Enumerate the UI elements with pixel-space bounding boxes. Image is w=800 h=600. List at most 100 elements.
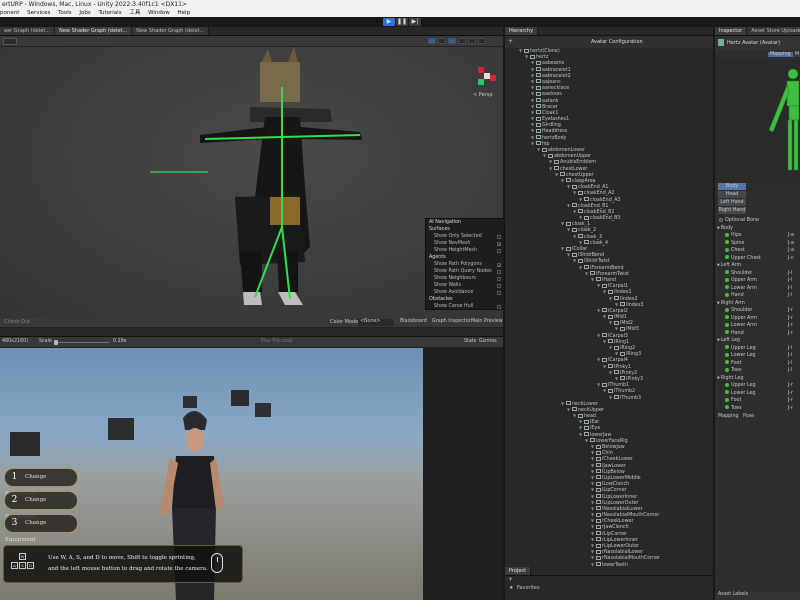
bone-group-header[interactable]: ▼ Body bbox=[715, 225, 800, 233]
bone-mapping-row[interactable]: Upper Leg J-l bbox=[715, 345, 800, 353]
bone-group-header[interactable]: ▼ Right Arm bbox=[715, 300, 800, 308]
bone-group-header[interactable]: ▼ Left Arm bbox=[715, 262, 800, 270]
bone-transform-field: J-l bbox=[788, 368, 793, 373]
menu-tools[interactable]: Tools bbox=[58, 10, 72, 16]
tab-shader-graph-1[interactable]: aer Graph (delet... bbox=[0, 27, 56, 35]
gameobject-icon bbox=[596, 543, 601, 548]
mapping-tab[interactable]: Mapping bbox=[768, 52, 793, 57]
muscles-tab[interactable]: M bbox=[793, 52, 800, 57]
hierarchy-item-label: lCarpal3 bbox=[608, 333, 628, 339]
bone-mapping-row[interactable]: Shoulder J-l bbox=[715, 270, 800, 278]
bone-mapping-row[interactable]: Toes J-r bbox=[715, 405, 800, 413]
show-carve-hull-toggle[interactable]: Show Carve Hull bbox=[426, 303, 504, 310]
bone-name: Shoulder bbox=[731, 270, 753, 276]
show-path-polygons-toggle[interactable]: Show Path Polygons ✓ bbox=[426, 261, 504, 268]
2d-toggle-icon[interactable] bbox=[428, 38, 436, 44]
main-preview-button[interactable]: Main Preview bbox=[471, 319, 503, 324]
tab-inspector[interactable]: Inspector bbox=[715, 27, 748, 35]
bone-mapping-row[interactable]: Shoulder J-r bbox=[715, 307, 800, 315]
hierarchy-item-label: Bracer bbox=[542, 104, 558, 110]
bone-mapping-row[interactable]: Hand J-l bbox=[715, 292, 800, 300]
tab-project[interactable]: Project bbox=[505, 567, 532, 575]
head-button[interactable]: Head bbox=[718, 191, 746, 198]
bone-mapping-row[interactable]: Lower Arm J-l bbox=[715, 285, 800, 293]
project-add-button[interactable]: + bbox=[508, 576, 513, 583]
tab-shader-graph-2[interactable]: New Shader Graph (delet... bbox=[55, 27, 133, 35]
button-number: 3 bbox=[11, 518, 18, 528]
bone-mapping-row[interactable]: Lower Leg J-r bbox=[715, 390, 800, 398]
bone-mapping-row[interactable]: Lower Arm J-r bbox=[715, 322, 800, 330]
add-button[interactable]: + bbox=[508, 38, 513, 45]
menu-component[interactable]: ponent bbox=[0, 10, 19, 16]
scale-slider-handle[interactable] bbox=[54, 340, 58, 345]
show-navmesh-toggle[interactable]: Show NavMesh ✓ bbox=[426, 240, 504, 247]
bone-group-header[interactable]: ▼ Left Leg bbox=[715, 337, 800, 345]
show-avoidance-toggle[interactable]: Show Avoidance bbox=[426, 289, 504, 296]
favorites-row[interactable]: ★ Favorites bbox=[505, 585, 713, 593]
check-out-button[interactable]: Check Out bbox=[4, 319, 30, 325]
bone-mapping-row[interactable]: Upper Chest J-c bbox=[715, 255, 800, 263]
menu-window[interactable]: Window bbox=[148, 10, 170, 16]
gizmos-icon[interactable] bbox=[477, 38, 486, 44]
menu-jobs[interactable]: Jobs bbox=[79, 10, 90, 16]
camera-icon[interactable] bbox=[467, 38, 476, 44]
menu-services[interactable]: Services bbox=[27, 10, 50, 16]
bone-mapping-row[interactable]: Upper Arm J-l bbox=[715, 277, 800, 285]
mapping-dropdown[interactable]: Mapping bbox=[718, 414, 739, 419]
gameobject-icon bbox=[596, 469, 601, 474]
play-focused-dropdown[interactable]: Play Focused bbox=[261, 339, 292, 344]
step-button[interactable]: ▶| bbox=[409, 18, 421, 26]
effects-icon[interactable] bbox=[457, 38, 466, 44]
graph-inspector-button[interactable]: Graph Inspector bbox=[432, 319, 471, 324]
gameobject-icon bbox=[596, 444, 601, 449]
bone-mapping-row[interactable]: Lower Leg J-l bbox=[715, 352, 800, 360]
pose-dropdown[interactable]: Pose bbox=[743, 414, 754, 419]
show-heightmesh-toggle[interactable]: Show HeightMesh bbox=[426, 247, 504, 254]
audio-icon[interactable] bbox=[447, 38, 456, 44]
stats-button[interactable]: Stats bbox=[464, 339, 476, 344]
show-only-selected-toggle[interactable]: Show Only Selected bbox=[426, 233, 504, 240]
color-mode-dropdown[interactable]: <None> bbox=[358, 319, 394, 326]
pause-button[interactable]: ❚❚ bbox=[396, 18, 408, 26]
avatar-body-diagram[interactable] bbox=[715, 60, 800, 183]
tab-hierarchy[interactable]: Hierarchy bbox=[505, 27, 539, 35]
gameobject-icon bbox=[536, 110, 541, 115]
bone-mapping-row[interactable]: Hips J-a bbox=[715, 232, 800, 240]
menu-help[interactable]: Help bbox=[178, 10, 191, 16]
hierarchy-tree[interactable]: ▼ hertz(Clone) ▼ hertz ▼ aabeams ▼ aabracelet1 ▼… bbox=[505, 48, 713, 567]
persp-label[interactable]: < Persp bbox=[473, 92, 493, 98]
bone-mapping-row[interactable]: Hand J-r bbox=[715, 330, 800, 338]
mode-switch: Mapping M bbox=[715, 50, 800, 60]
show-walls-toggle[interactable]: Show Walls bbox=[426, 282, 504, 289]
show-path-query-nodes-toggle[interactable]: Show Path Query Nodes bbox=[426, 268, 504, 275]
gizmos-button[interactable]: Gizmos bbox=[479, 339, 497, 344]
resolution-dropdown[interactable]: 480x2160) bbox=[2, 339, 28, 344]
change-equipment-button-2[interactable]: 2Change Equipment bbox=[4, 491, 78, 520]
body-button[interactable]: Body bbox=[718, 183, 746, 190]
right-hand-button[interactable]: Right Hand bbox=[718, 207, 746, 214]
bone-mapping-row[interactable]: Spine J-a bbox=[715, 240, 800, 248]
draw-mode-dropdown[interactable] bbox=[3, 38, 17, 45]
gameobject-icon bbox=[536, 141, 541, 146]
menu-tools-cn[interactable]: 工具 bbox=[129, 10, 140, 16]
scale-slider[interactable] bbox=[54, 342, 109, 343]
blackboard-button[interactable]: Blackboard bbox=[400, 319, 427, 324]
change-equipment-button-1[interactable]: 1Change Equipment bbox=[4, 468, 78, 497]
bone-mapping-row[interactable]: Upper Leg J-r bbox=[715, 382, 800, 390]
lighting-icon[interactable] bbox=[437, 38, 446, 44]
bone-mapping-row[interactable]: Toes J-l bbox=[715, 367, 800, 375]
play-button[interactable]: ▶ bbox=[383, 18, 395, 26]
tab-asset-store-uploader[interactable]: Asset Store Uploader bbox=[747, 27, 800, 35]
show-neighbours-toggle[interactable]: Show Neighbours bbox=[426, 275, 504, 282]
bone-mapping-row[interactable]: Upper Arm J-r bbox=[715, 315, 800, 323]
tab-shader-graph-3[interactable]: New Shader Graph (delet... bbox=[132, 27, 210, 35]
bone-mapping-row[interactable]: Foot J-r bbox=[715, 397, 800, 405]
asset-labels: Asset Labels bbox=[715, 592, 800, 600]
bone-group-header[interactable]: ▼ Right Leg bbox=[715, 375, 800, 383]
menu-tutorials[interactable]: Tutorials bbox=[98, 10, 121, 16]
left-hand-button[interactable]: Left Hand bbox=[718, 199, 746, 206]
bone-mapping-row[interactable]: Chest J-a bbox=[715, 247, 800, 255]
change-equipment-button-3[interactable]: 3 Change Equipment bbox=[4, 514, 78, 543]
bone-mapping-row[interactable]: Foot J-l bbox=[715, 360, 800, 368]
gameobject-icon bbox=[608, 314, 613, 319]
